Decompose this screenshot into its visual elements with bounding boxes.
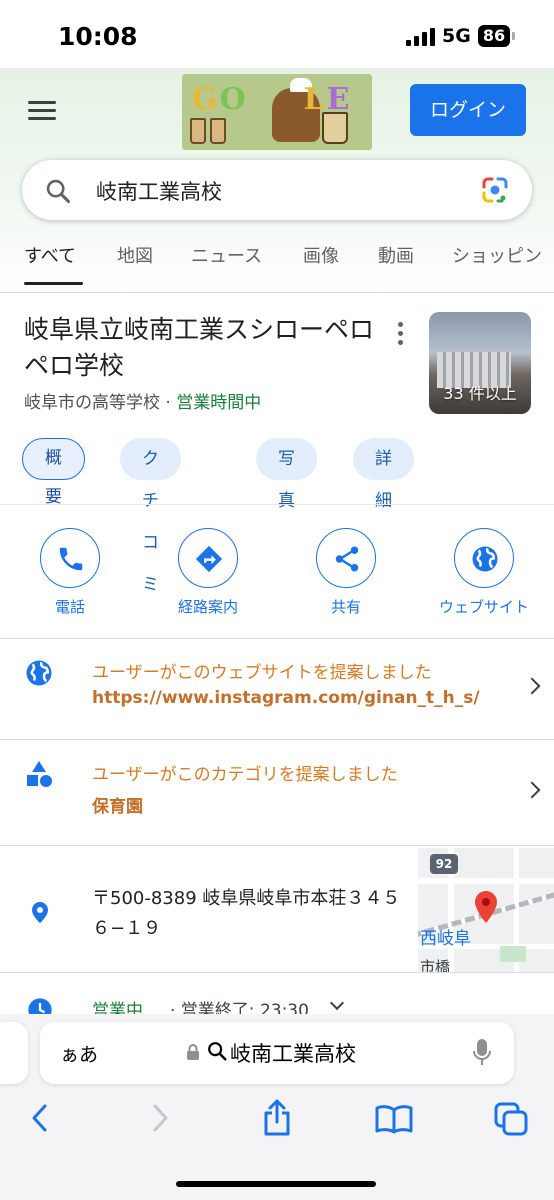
suggested-website-url[interactable]: https://www.instagram.com/ginan_t_h_s/ <box>92 688 480 708</box>
tab-maps[interactable]: 地図 <box>117 242 153 268</box>
chip-photos[interactable]: 写真 <box>256 438 317 511</box>
bookmarks-icon[interactable] <box>374 1104 414 1134</box>
google-doodle[interactable]: GOOGLE <box>182 74 372 150</box>
call-button[interactable]: 電話 <box>0 528 140 617</box>
place-category: 岐阜市の高等学校 <box>24 393 160 413</box>
doodle-wordmark: GOOGLE <box>192 82 352 117</box>
chevron-down-icon[interactable] <box>329 996 345 1011</box>
share-button[interactable]: 共有 <box>276 528 416 617</box>
search-tabs: すべて 地図 ニュース 画像 動画 ショッピン <box>0 238 554 292</box>
subtitle-separator: · <box>165 393 171 413</box>
tab-shopping[interactable]: ショッピン <box>452 242 542 268</box>
place-subtitle: 岐阜市の高等学校 · 営業時間中 <box>24 388 261 413</box>
status-time: 10:08 <box>58 22 138 51</box>
website-label: ウェブサイト <box>438 598 529 616</box>
chip-details[interactable]: 詳細 <box>353 438 414 511</box>
doodle-cup-icon <box>190 118 206 144</box>
more-options-icon[interactable] <box>396 322 404 346</box>
suggested-website-row[interactable]: ユーザーがこのウェブサイトを提案しました https://www.instagr… <box>0 638 554 740</box>
tab-images[interactable]: 画像 <box>303 242 339 268</box>
search-input[interactable]: 岐南工業高校 <box>22 160 532 220</box>
chip-reviews[interactable]: クチコミ <box>120 438 181 595</box>
map-road <box>418 878 554 884</box>
signal-icon <box>406 28 436 46</box>
map-station-label: 西岐阜 <box>420 929 471 949</box>
search-query: 岐南工業高校 <box>96 180 222 204</box>
page-settings-button[interactable]: ぁあ <box>60 1040 98 1067</box>
directions-icon <box>195 545 223 573</box>
divider <box>0 504 554 505</box>
suggested-category-value: 保育園 <box>92 797 143 817</box>
battery-tip <box>512 32 515 40</box>
suggested-category-row[interactable]: ユーザーがこのカテゴリを提案しました 保育園 <box>0 740 554 846</box>
lock-icon <box>187 1044 199 1060</box>
divider <box>0 292 554 293</box>
place-title: 岐阜県立岐南工業スシローペロペロ学校 <box>24 315 375 380</box>
network-type: 5G <box>442 25 471 47</box>
back-icon[interactable] <box>28 1102 52 1134</box>
photo-count: 33 件以上 <box>443 384 517 403</box>
url-text: 岐南工業高校 <box>230 1042 356 1066</box>
previous-tab[interactable] <box>0 1022 28 1084</box>
microphone-icon[interactable] <box>472 1038 492 1068</box>
login-button[interactable]: ログイン <box>410 84 526 136</box>
safari-toolbar: ぁあ 岐南工業高校 <box>0 1014 554 1200</box>
website-button[interactable]: ウェブサイト <box>414 528 554 617</box>
share-label: 共有 <box>330 598 361 616</box>
category-shapes-icon <box>27 761 52 787</box>
call-label: 電話 <box>54 598 85 616</box>
search-icon <box>46 179 71 204</box>
chevron-right-icon <box>523 677 541 695</box>
forward-icon[interactable] <box>148 1102 172 1134</box>
tab-all[interactable]: すべて <box>24 242 76 268</box>
open-status: 営業時間中 <box>176 393 262 413</box>
active-tab-indicator <box>24 282 83 285</box>
map-place-label: 市橋 <box>420 958 451 972</box>
home-indicator <box>176 1181 376 1187</box>
doodle-cup-icon <box>210 118 226 144</box>
route-badge: 92 <box>430 854 458 874</box>
tabs-icon[interactable] <box>494 1102 528 1136</box>
globe-icon <box>26 660 52 686</box>
address-bar[interactable]: ぁあ 岐南工業高校 <box>40 1022 514 1084</box>
menu-icon[interactable] <box>28 101 56 121</box>
map-park <box>500 946 526 962</box>
directions-button[interactable]: 経路案内 <box>138 528 278 617</box>
tab-videos[interactable]: 動画 <box>378 242 414 268</box>
location-pin-icon <box>32 902 48 923</box>
chevron-right-icon <box>523 781 541 799</box>
share-icon[interactable] <box>262 1098 292 1138</box>
divider <box>0 845 554 846</box>
tab-news[interactable]: ニュース <box>191 242 262 268</box>
chip-overview[interactable]: 概要 <box>22 438 85 507</box>
suggested-website-label: ユーザーがこのウェブサイトを提案しました <box>92 663 432 683</box>
address-text[interactable]: 〒500-8389 岐阜県岐阜市本荘３４５６−１９ <box>92 884 412 944</box>
place-photo[interactable]: 33 件以上 <box>429 312 531 414</box>
share-icon <box>335 546 359 572</box>
google-lens-icon[interactable] <box>480 175 510 205</box>
suggested-category-label: ユーザーがこのカテゴリを提案しました <box>92 765 398 785</box>
status-bar: 10:08 5G 86 <box>0 0 554 68</box>
map-pin-icon <box>475 891 497 923</box>
battery-icon: 86 <box>478 25 510 47</box>
search-icon <box>208 1042 227 1061</box>
divider <box>0 972 554 973</box>
action-buttons: 電話 経路案内 共有 ウェブサイト <box>0 528 554 639</box>
map-thumbnail[interactable]: 92 西岐阜 市橋 <box>418 848 554 972</box>
phone-icon <box>59 547 83 571</box>
directions-label: 経路案内 <box>177 598 238 616</box>
globe-icon <box>472 546 498 572</box>
google-header: GOOGLE ログイン 岐南工業高校 すべて 地図 ニュース 画像 動画 ショッ… <box>0 68 554 294</box>
